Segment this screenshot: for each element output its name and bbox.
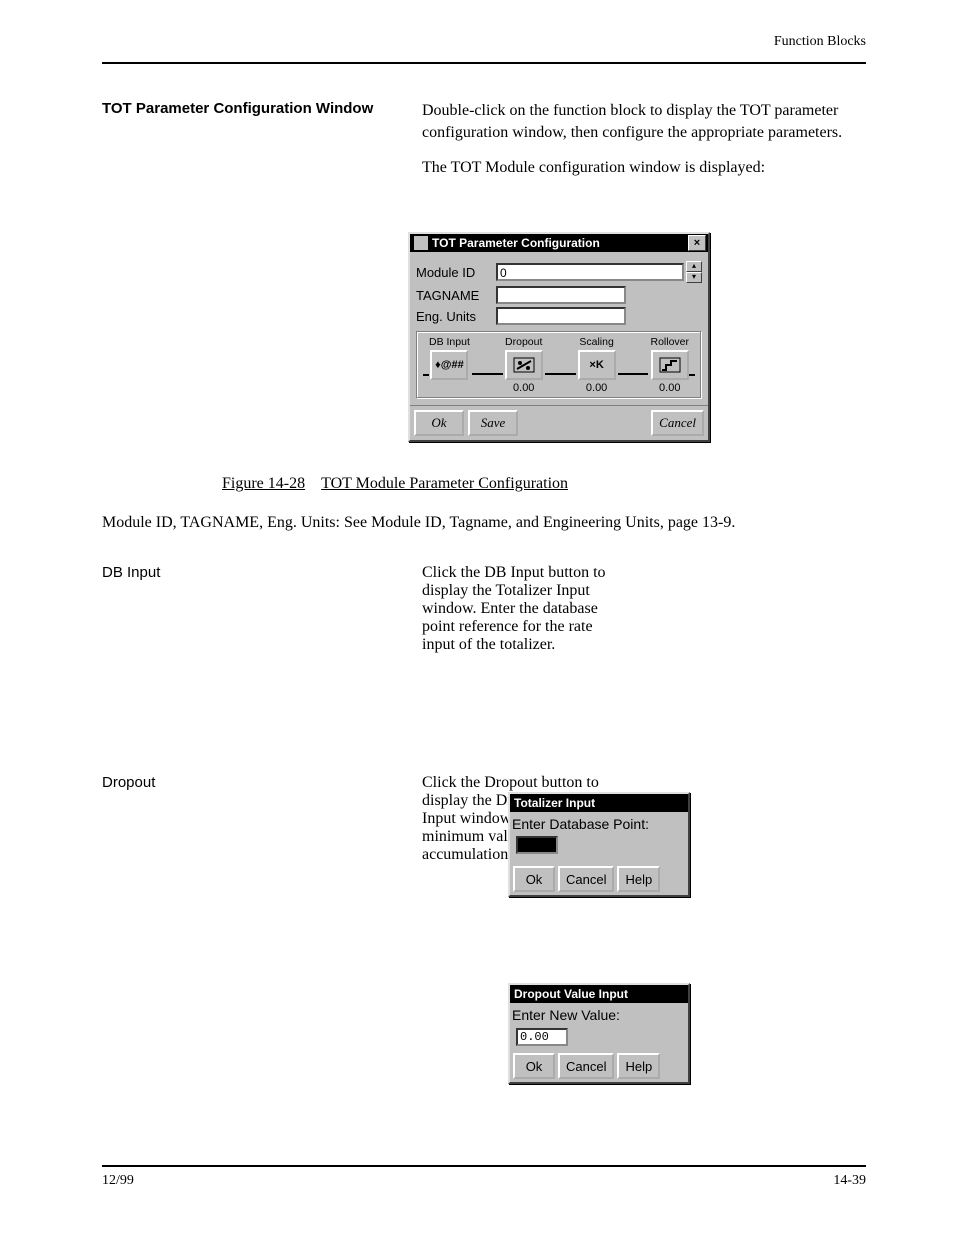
dialog-titlebar[interactable]: Totalizer Input [510, 794, 688, 812]
tot-config-dialog: TOT Parameter Configuration × Module ID … [408, 232, 710, 442]
stage-dbinput-label: DB Input [429, 336, 470, 348]
eng-units-label: Eng. Units [416, 309, 496, 324]
page-footer-right: 14-39 [833, 1173, 866, 1189]
dialog-title: TOT Parameter Configuration [432, 236, 600, 250]
rule-bottom [102, 1165, 866, 1167]
db-input-button[interactable]: ♦@## [430, 350, 468, 380]
help-button[interactable]: Help [617, 866, 660, 892]
stage-rollover-label: Rollover [650, 336, 689, 348]
totalizer-input-dialog: Totalizer Input Enter Database Point: Ok… [508, 792, 690, 897]
section-heading: TOT Parameter Configuration Window [102, 100, 392, 193]
intro-paragraph-2: The TOT Module configuration window is d… [422, 157, 866, 179]
stage-scaling-label: Scaling [579, 336, 613, 348]
module-id-label: Module ID [416, 265, 496, 280]
intro-paragraph-1: Double-click on the function block to di… [422, 100, 866, 143]
dialog-title: Totalizer Input [514, 796, 595, 810]
dialog-titlebar[interactable]: Dropout Value Input [510, 985, 688, 1003]
scaling-button[interactable]: ×K [578, 350, 616, 380]
totalizer-input-field[interactable] [516, 836, 558, 854]
rollover-icon [659, 357, 681, 373]
tagname-label: TAGNAME [416, 288, 496, 303]
page-header-right: Function Blocks [774, 34, 866, 50]
dropout-icon [513, 357, 535, 373]
db-input-definition: Click the DB Input button to display the… [422, 564, 622, 654]
rollover-value: 0.00 [659, 382, 680, 394]
stage-dropout-label: Dropout [505, 336, 542, 348]
totalizer-prompt: Enter Database Point: [512, 816, 686, 832]
scaling-value: 0.00 [586, 382, 607, 394]
close-icon[interactable]: × [688, 235, 706, 251]
ok-button[interactable]: Ok [513, 866, 555, 892]
save-button[interactable]: Save [468, 410, 518, 436]
dropout-prompt: Enter New Value: [512, 1007, 686, 1023]
rollover-button[interactable] [651, 350, 689, 380]
dropout-value-dialog: Dropout Value Input Enter New Value: 0.0… [508, 983, 690, 1084]
spin-down-icon[interactable]: ▾ [686, 272, 702, 283]
rule-top [102, 62, 866, 64]
help-button[interactable]: Help [617, 1053, 660, 1079]
module-id-line: Module ID, TAGNAME, Eng. Units: See Modu… [102, 512, 866, 534]
tagname-input[interactable] [496, 286, 626, 304]
cancel-button[interactable]: Cancel [558, 866, 614, 892]
cancel-button[interactable]: Cancel [651, 410, 704, 436]
dropout-value: 0.00 [513, 382, 534, 394]
cancel-button[interactable]: Cancel [558, 1053, 614, 1079]
dropout-button[interactable] [505, 350, 543, 380]
dialog-title: Dropout Value Input [514, 987, 628, 1001]
dropout-input-field[interactable]: 0.00 [516, 1028, 568, 1046]
figure-caption: Figure 14-28 TOT Module Parameter Config… [222, 473, 866, 495]
ok-button[interactable]: Ok [414, 410, 464, 436]
eng-units-input[interactable] [496, 307, 626, 325]
system-menu-icon[interactable] [414, 236, 428, 250]
dropout-term: Dropout [102, 774, 392, 791]
ok-button[interactable]: Ok [513, 1053, 555, 1079]
db-input-term: DB Input [102, 564, 392, 581]
dialog-titlebar[interactable]: TOT Parameter Configuration × [410, 234, 708, 252]
spin-up-icon[interactable]: ▴ [686, 261, 702, 272]
page-footer-left: 12/99 [102, 1173, 134, 1189]
module-id-input[interactable]: 0 [496, 263, 684, 281]
